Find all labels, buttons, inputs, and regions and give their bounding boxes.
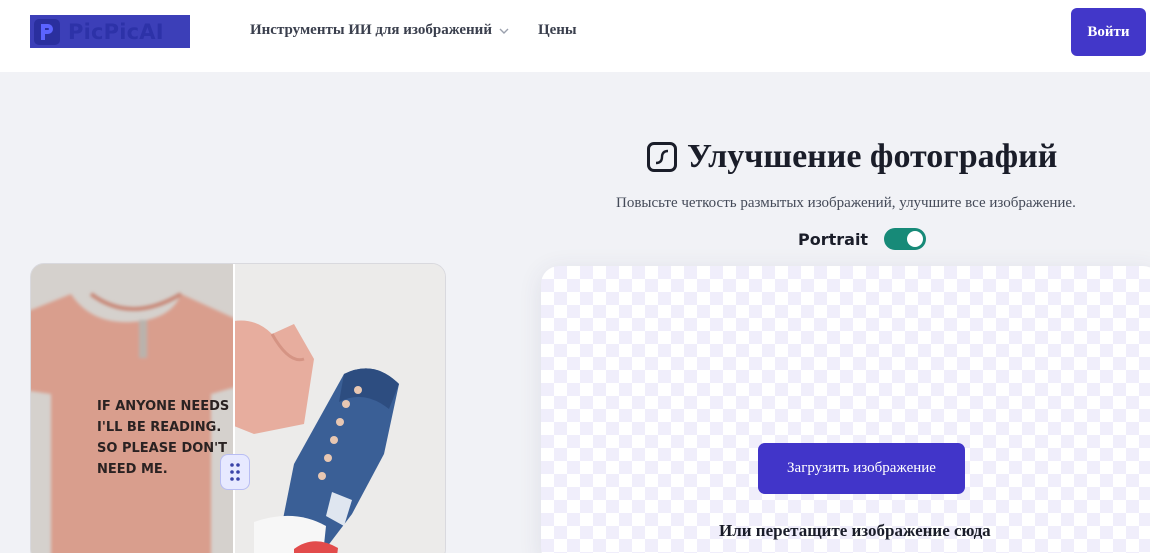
- nav-item-label: Цены: [537, 22, 577, 38]
- before-after-compare[interactable]: IF ANYONE NEEDS ME I'LL BE READING. SO P…: [30, 263, 446, 553]
- drop-hint: Или перетащите изображение сюда: [719, 521, 991, 540]
- logo[interactable]: PicPicAI: [30, 15, 190, 48]
- enhance-icon: [647, 142, 677, 172]
- portrait-toggle[interactable]: [884, 228, 927, 250]
- nav-item-label: Инструменты ИИ для изображений: [250, 22, 492, 38]
- shirt-text-line: I'LL BE READING.: [97, 420, 221, 435]
- tool-heading: Улучшение фотографий: [647, 138, 1057, 176]
- portrait-label: Portrait: [798, 229, 869, 249]
- before-image: IF ANYONE NEEDS ME I'LL BE READING. SO P…: [31, 264, 234, 553]
- top-header: PicPicAI Инструменты ИИ для изображений …: [0, 0, 1150, 72]
- shirt-text-line: SO PLEASE DON'T: [97, 441, 227, 456]
- compare-divider: [233, 264, 235, 553]
- main-nav: Инструменты ИИ для изображений Цены: [250, 22, 605, 39]
- drag-handle-icon[interactable]: [220, 454, 250, 490]
- nav-item-ai-tools[interactable]: Инструменты ИИ для изображений: [250, 22, 510, 39]
- page-title: Улучшение фотографий: [687, 138, 1058, 175]
- shirt-text-line: NEED ME.: [97, 462, 168, 477]
- upload-image-button[interactable]: Загрузить изображение: [758, 443, 965, 494]
- shirt-text-line: IF ANYONE NEEDS ME: [97, 399, 234, 414]
- chevron-down-icon: [499, 28, 509, 34]
- nav-item-pricing[interactable]: Цены: [538, 22, 577, 39]
- upload-dropzone[interactable]: [541, 266, 1150, 553]
- logo-mark-icon: [34, 18, 60, 45]
- logo-text: PicPicAI: [68, 19, 164, 44]
- login-button[interactable]: Войти: [1071, 8, 1146, 56]
- portrait-setting: Portrait: [798, 228, 927, 250]
- toggle-knob: [907, 231, 924, 247]
- page-subtitle: Повысьте четкость размытых изображений, …: [616, 195, 1076, 211]
- after-image: [234, 264, 445, 553]
